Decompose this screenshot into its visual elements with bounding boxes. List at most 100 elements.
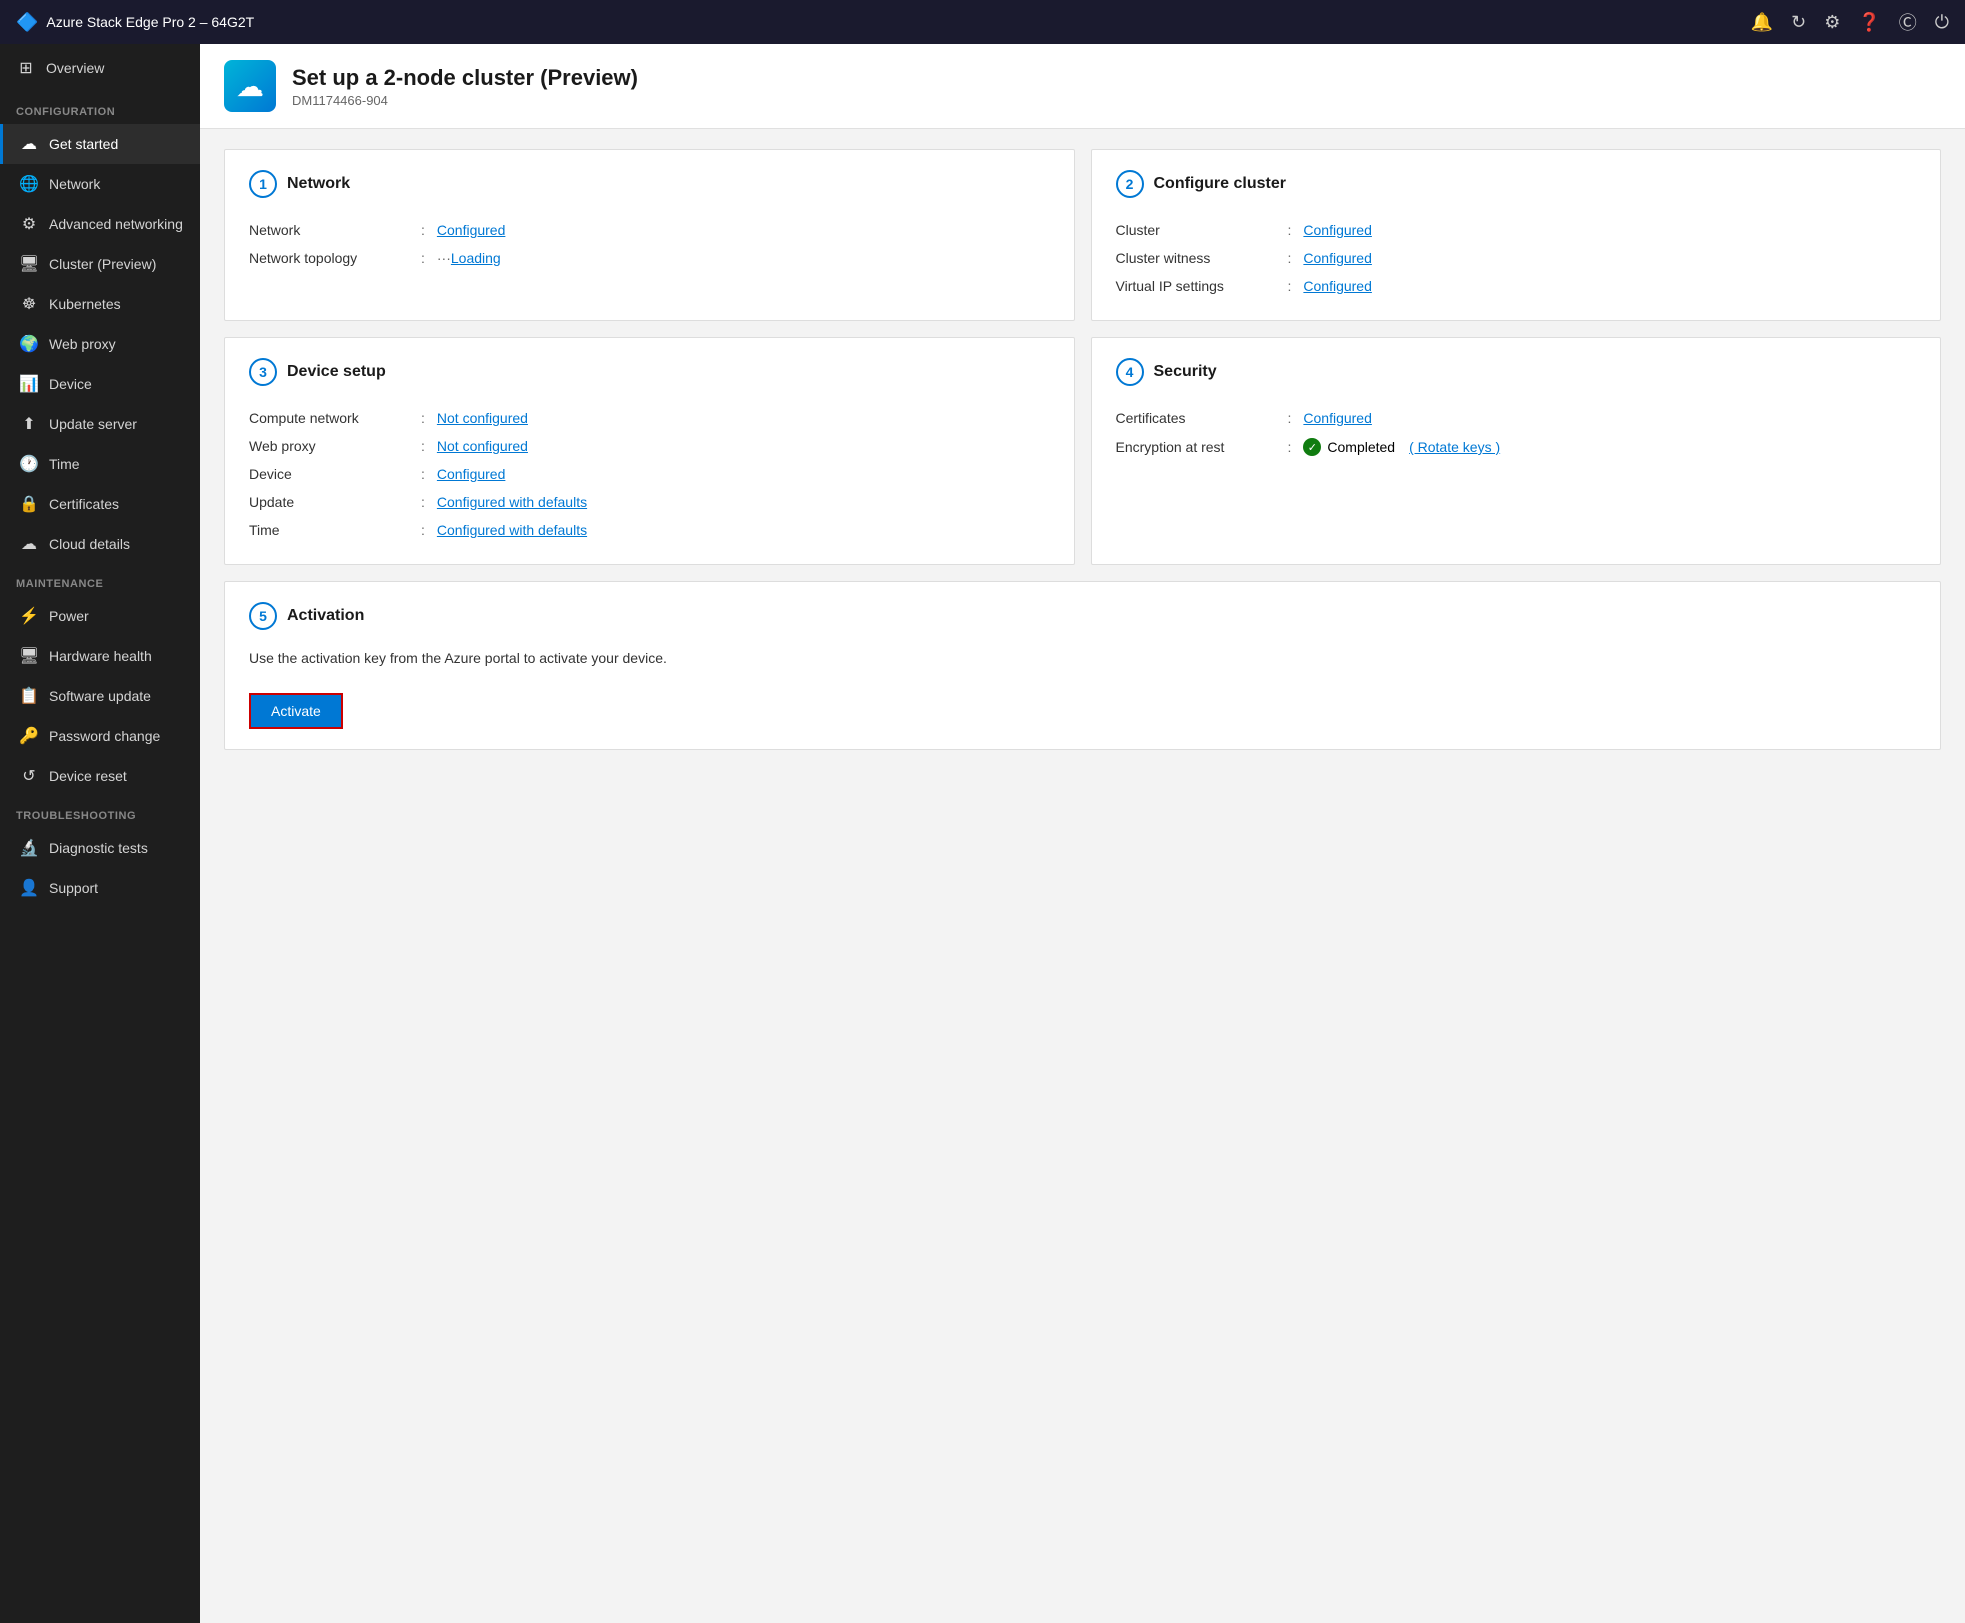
card-device-setup-title: 3 Device setup xyxy=(249,358,1050,386)
sidebar-item-label-cluster: Cluster (Preview) xyxy=(49,256,156,272)
activate-button[interactable]: Activate xyxy=(249,693,343,729)
cluster-witness-link[interactable]: Configured xyxy=(1303,250,1372,266)
help-icon[interactable]: ❓ xyxy=(1858,12,1880,33)
title-bar-right: 🔔 ↻ ⚙ ❓ Ⓒ ⏻ xyxy=(1751,9,1949,35)
card-security: 4 Security Certificates : Configured Enc… xyxy=(1091,337,1942,565)
kubernetes-icon: ☸ xyxy=(19,294,39,314)
sidebar-item-label-diagnostic-tests: Diagnostic tests xyxy=(49,840,148,856)
device-link[interactable]: Configured xyxy=(437,466,506,482)
rotate-keys-link[interactable]: ( Rotate keys ) xyxy=(1409,439,1500,455)
user-icon[interactable]: Ⓒ xyxy=(1899,9,1917,35)
diagnostic-tests-icon: 🔬 xyxy=(19,838,39,858)
page-header-text: Set up a 2-node cluster (Preview) DM1174… xyxy=(292,65,638,108)
main-content: ☁ Set up a 2-node cluster (Preview) DM11… xyxy=(200,44,1965,1623)
sidebar-item-support[interactable]: 👤Support xyxy=(0,868,200,908)
cards-area: 1 Network Network : Configured Network t… xyxy=(200,129,1965,1623)
update-link[interactable]: Configured with defaults xyxy=(437,494,587,510)
sidebar-item-label-hardware-health: Hardware health xyxy=(49,648,152,664)
sidebar-item-password-change[interactable]: 🔑Password change xyxy=(0,716,200,756)
step-badge-5: 5 xyxy=(249,602,277,630)
card-network: 1 Network Network : Configured Network t… xyxy=(224,149,1075,321)
sidebar-item-overview[interactable]: ⊞ Overview xyxy=(0,44,200,92)
cloud-details-icon: ☁ xyxy=(19,534,39,554)
card-device-setup-label: Device setup xyxy=(287,363,386,381)
sidebar-item-web-proxy[interactable]: 🌍Web proxy xyxy=(0,324,200,364)
sidebar-item-update-server[interactable]: ⬆Update server xyxy=(0,404,200,444)
sidebar-item-label-get-started: Get started xyxy=(49,136,118,152)
sidebar-item-cluster[interactable]: 🖥Cluster (Preview) xyxy=(0,244,200,284)
sidebar-item-label-cloud-details: Cloud details xyxy=(49,536,130,552)
cluster-row-witness: Cluster witness : Configured xyxy=(1116,244,1917,272)
network-row-topology: Network topology : Loading xyxy=(249,244,1050,272)
card-activation-title: 5 Activation xyxy=(249,602,1916,630)
sidebar-item-label-certificates: Certificates xyxy=(49,496,119,512)
device-setup-row-time: Time : Configured with defaults xyxy=(249,516,1050,544)
cluster-icon: ☁ xyxy=(236,70,264,103)
step-badge-1: 1 xyxy=(249,170,277,198)
settings-icon[interactable]: ⚙ xyxy=(1824,12,1840,33)
step-badge-4: 4 xyxy=(1116,358,1144,386)
sidebar-item-diagnostic-tests[interactable]: 🔬 Diagnostic tests xyxy=(0,828,200,868)
step-badge-3: 3 xyxy=(249,358,277,386)
sidebar-item-device[interactable]: 📊Device xyxy=(0,364,200,404)
sidebar-item-label-software-update: Software update xyxy=(49,688,151,704)
sidebar-item-device-reset[interactable]: ↺Device reset xyxy=(0,756,200,796)
get-started-icon: ☁ xyxy=(19,134,39,154)
card-network-title: 1 Network xyxy=(249,170,1050,198)
sidebar-item-get-started[interactable]: ☁ Get started xyxy=(0,124,200,164)
title-bar: 🔷 Azure Stack Edge Pro 2 – 64G2T 🔔 ↻ ⚙ ❓… xyxy=(0,0,1965,44)
time-link[interactable]: Configured with defaults xyxy=(437,522,587,538)
sidebar-section-troubleshooting: TROUBLESHOOTING xyxy=(0,796,200,828)
card-configure-cluster: 2 Configure cluster Cluster : Configured… xyxy=(1091,149,1942,321)
network-configured-link[interactable]: Configured xyxy=(437,222,506,238)
step-badge-2: 2 xyxy=(1116,170,1144,198)
page-title: Set up a 2-node cluster (Preview) xyxy=(292,65,638,91)
page-header: ☁ Set up a 2-node cluster (Preview) DM11… xyxy=(200,44,1965,129)
encryption-completed-label: Completed xyxy=(1327,439,1395,455)
network-topology-link[interactable]: Loading xyxy=(451,250,501,266)
bell-icon[interactable]: 🔔 xyxy=(1751,12,1773,33)
web-proxy-link[interactable]: Not configured xyxy=(437,438,528,454)
page-header-icon: ☁ xyxy=(224,60,276,112)
compute-network-link[interactable]: Not configured xyxy=(437,410,528,426)
certificates-link[interactable]: Configured xyxy=(1303,410,1372,426)
sidebar-item-advanced-networking[interactable]: ⚙Advanced networking xyxy=(0,204,200,244)
sidebar-item-hardware-health[interactable]: 🖥 Hardware health xyxy=(0,636,200,676)
card-security-label: Security xyxy=(1154,363,1217,381)
sidebar: ⊞ Overview CONFIGURATION☁Get started🌐Net… xyxy=(0,44,200,1623)
overview-icon: ⊞ xyxy=(16,58,36,78)
sidebar-item-label-time: Time xyxy=(49,456,80,472)
device-setup-row-update: Update : Configured with defaults xyxy=(249,488,1050,516)
sidebar-item-label-device: Device xyxy=(49,376,92,392)
card-device-setup: 3 Device setup Compute network : Not con… xyxy=(224,337,1075,565)
cluster-row-vip: Virtual IP settings : Configured xyxy=(1116,272,1917,300)
sidebar-item-label-password-change: Password change xyxy=(49,728,160,744)
refresh-icon[interactable]: ↻ xyxy=(1791,12,1806,33)
web-proxy-icon: 🌍 xyxy=(19,334,39,354)
card-configure-cluster-title: 2 Configure cluster xyxy=(1116,170,1917,198)
sidebar-item-network[interactable]: 🌐Network xyxy=(0,164,200,204)
network-row-network: Network : Configured xyxy=(249,216,1050,244)
sidebar-item-label-power: Power xyxy=(49,608,89,624)
power-icon[interactable]: ⏻ xyxy=(1935,12,1949,33)
sidebar-item-cloud-details[interactable]: ☁ Cloud details xyxy=(0,524,200,564)
security-row-certificates: Certificates : Configured xyxy=(1116,404,1917,432)
green-check-icon: ✓ xyxy=(1303,438,1321,456)
title-bar-left: 🔷 Azure Stack Edge Pro 2 – 64G2T xyxy=(16,12,254,33)
sidebar-item-time[interactable]: 🕐 Time xyxy=(0,444,200,484)
azure-logo-icon: 🔷 xyxy=(16,12,38,33)
hardware-health-icon: 🖥 xyxy=(19,646,39,666)
app-shell: ⊞ Overview CONFIGURATION☁Get started🌐Net… xyxy=(0,44,1965,1623)
sidebar-item-certificates[interactable]: 🔒Certificates xyxy=(0,484,200,524)
cluster-row-cluster: Cluster : Configured xyxy=(1116,216,1917,244)
device-setup-row-compute: Compute network : Not configured xyxy=(249,404,1050,432)
activation-description: Use the activation key from the Azure po… xyxy=(249,648,1916,669)
sidebar-item-software-update[interactable]: 📋Software update xyxy=(0,676,200,716)
virtual-ip-settings-link[interactable]: Configured xyxy=(1303,278,1372,294)
sidebar-item-kubernetes[interactable]: ☸Kubernetes xyxy=(0,284,200,324)
sidebar-item-power[interactable]: ⚡Power xyxy=(0,596,200,636)
sidebar-item-label-network: Network xyxy=(49,176,100,192)
time-icon: 🕐 xyxy=(19,454,39,474)
sidebar-item-label-support: Support xyxy=(49,880,98,896)
cluster-configured-link[interactable]: Configured xyxy=(1303,222,1372,238)
